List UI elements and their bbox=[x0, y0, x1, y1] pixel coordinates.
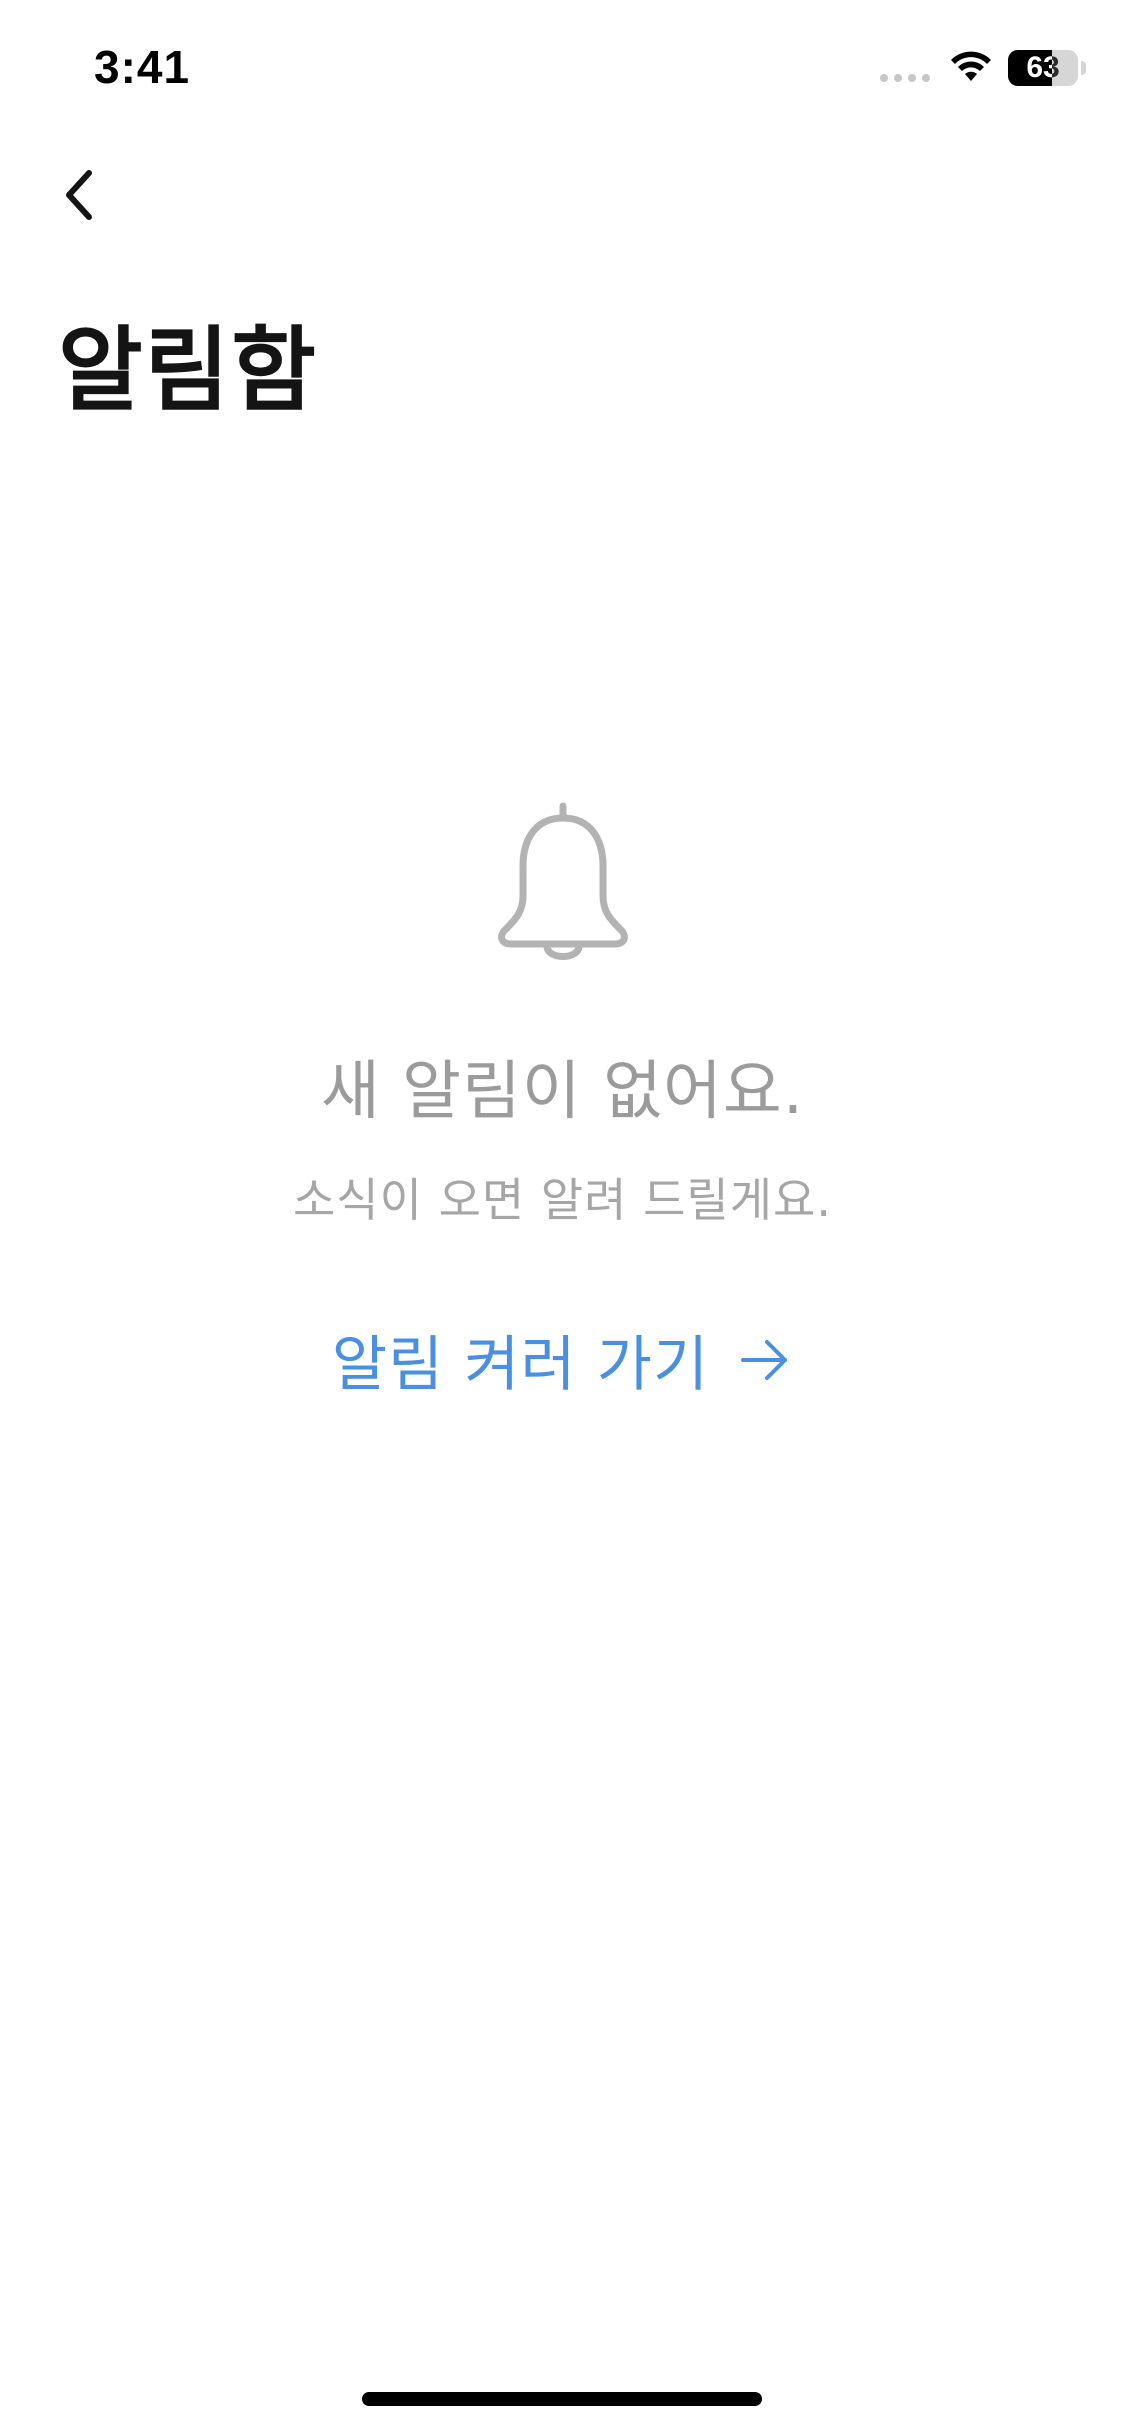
empty-state-subtitle: 소식이 오면 알려 드릴게요. bbox=[292, 1173, 832, 1227]
chevron-left-icon bbox=[66, 170, 92, 220]
battery-icon: 63 bbox=[1008, 50, 1078, 86]
enable-notifications-label: 알림 켜러 가기 bbox=[331, 1330, 710, 1400]
wifi-icon bbox=[951, 51, 991, 81]
bell-icon bbox=[497, 802, 628, 960]
page-title: 알림함 bbox=[58, 317, 318, 424]
enable-notifications-link[interactable]: 알림 켜러 가기 bbox=[332, 1316, 793, 1403]
back-button[interactable] bbox=[44, 160, 114, 230]
battery-cap bbox=[1081, 61, 1086, 75]
status-bar: 3:41 63 bbox=[0, 0, 1125, 140]
home-indicator[interactable] bbox=[362, 2392, 762, 2406]
status-time: 3:41 bbox=[94, 41, 191, 93]
cellular-signal-icon bbox=[880, 74, 930, 82]
empty-state-title: 새 알림이 없어요. bbox=[320, 1055, 805, 1129]
empty-state: 새 알림이 없어요. 소식이 오면 알려 드릴게요. 알림 켜러 가기 bbox=[0, 800, 1125, 1403]
battery-level: 63 bbox=[1026, 51, 1060, 84]
arrow-right-icon bbox=[741, 1339, 788, 1380]
